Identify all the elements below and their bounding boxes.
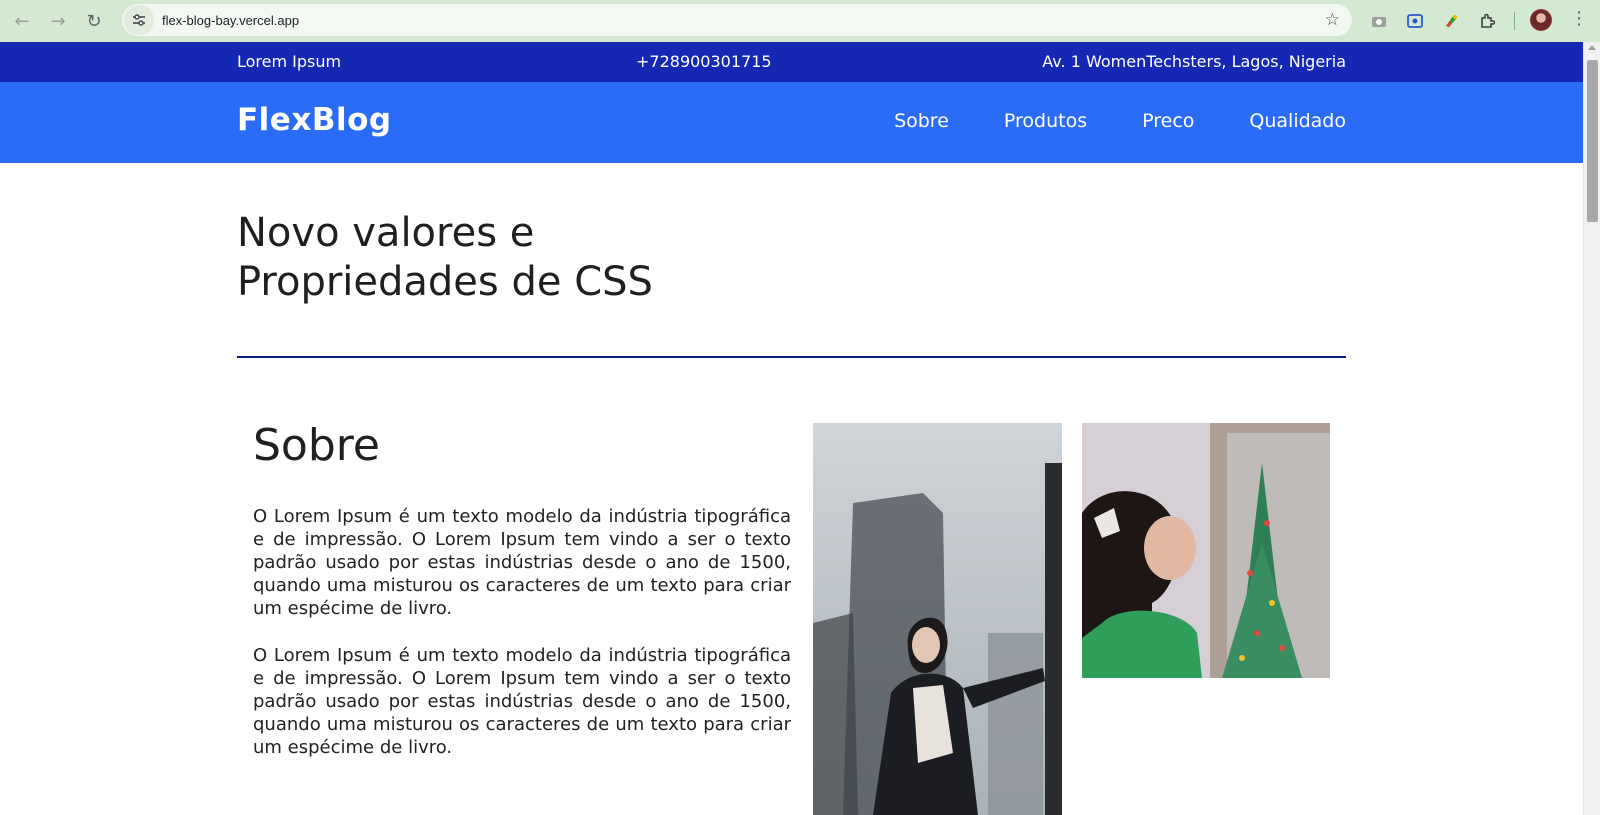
about-paragraph-1: O Lorem Ipsum é um texto modelo da indús… xyxy=(253,506,791,619)
site-settings-icon[interactable] xyxy=(124,5,154,35)
url-text[interactable]: flex-blog-bay.vercel.app xyxy=(162,13,299,28)
address-bar[interactable]: flex-blog-bay.vercel.app ☆ xyxy=(122,4,1352,36)
photo-woman-city xyxy=(813,423,1062,815)
bookmark-star-icon[interactable]: ☆ xyxy=(1325,10,1340,30)
nav-link-sobre[interactable]: Sobre xyxy=(894,110,949,132)
site-header: FlexBlog Sobre Produtos Preco Qualidado xyxy=(0,82,1583,163)
page-scrollbar[interactable] xyxy=(1583,42,1600,815)
hero-title-line1: Novo valores e xyxy=(237,210,535,256)
color-picker-extension-icon[interactable] xyxy=(1438,8,1464,34)
reload-icon[interactable]: ↻ xyxy=(76,3,112,39)
nav-link-produtos[interactable]: Produtos xyxy=(1004,110,1087,132)
back-icon[interactable]: ← xyxy=(4,3,40,39)
hero-title-line2: Propriedades de CSS xyxy=(237,259,653,305)
section-divider xyxy=(237,356,1346,358)
nav-link-qualidado[interactable]: Qualidado xyxy=(1249,110,1346,132)
main-nav: Sobre Produtos Preco Qualidado xyxy=(839,110,1346,132)
hero-title: Novo valores e Propriedades de CSS xyxy=(237,209,757,307)
screen-capture-extension-icon[interactable] xyxy=(1402,8,1428,34)
nav-link-preco[interactable]: Preco xyxy=(1142,110,1194,132)
topbar-address: Av. 1 WomenTechsters, Lagos, Nigeria xyxy=(1042,52,1346,71)
topbar-brand-text: Lorem Ipsum xyxy=(237,52,342,71)
camera-extension-icon[interactable] xyxy=(1366,8,1392,34)
toolbar-separator xyxy=(1514,12,1515,30)
browser-toolbar: ← → ↻ flex-blog-bay.vercel.app ☆ ⋮ xyxy=(0,0,1600,42)
scrollbar-thumb[interactable] xyxy=(1587,60,1598,222)
extensions-puzzle-icon[interactable] xyxy=(1474,8,1500,34)
site-logo[interactable]: FlexBlog xyxy=(237,102,392,138)
topbar-phone: +728900301715 xyxy=(636,52,772,71)
about-title: Sobre xyxy=(253,420,380,471)
scroll-up-arrow-icon[interactable] xyxy=(1588,45,1596,50)
forward-icon[interactable]: → xyxy=(40,3,76,39)
profile-avatar-icon[interactable] xyxy=(1530,9,1552,31)
photo-woman-christmas-tree xyxy=(1082,423,1330,678)
browser-menu-icon[interactable]: ⋮ xyxy=(1570,8,1588,29)
about-paragraph-2: O Lorem Ipsum é um texto modelo da indús… xyxy=(253,645,791,758)
top-info-bar: Lorem Ipsum +728900301715 Av. 1 WomenTec… xyxy=(0,42,1583,82)
